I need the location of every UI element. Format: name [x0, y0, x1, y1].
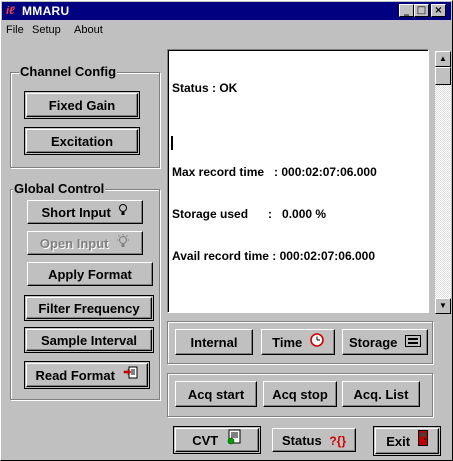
menu-setup[interactable]: Setup [32, 23, 61, 37]
max-record-time-line: Max record time : 000:02:07:06.000 [172, 165, 377, 179]
filter-frequency-button[interactable]: Filter Frequency [24, 295, 154, 321]
time-button[interactable]: Time [261, 329, 335, 355]
sample-interval-button[interactable]: Sample Interval [24, 327, 154, 353]
acq-list-button[interactable]: Acq. List [342, 381, 420, 407]
close-button[interactable]: × [431, 4, 446, 17]
scroll-up-button[interactable]: ▲ [435, 51, 451, 67]
global-control-label: Global Control [13, 181, 106, 196]
menu-about[interactable]: About [74, 23, 103, 37]
status-button[interactable]: Status ?{} [272, 428, 356, 452]
read-format-button[interactable]: Read Format [24, 361, 150, 389]
convert-document-icon [226, 429, 242, 451]
document-arrow-icon [123, 364, 139, 386]
storage-button[interactable]: Storage [342, 329, 428, 355]
ilc-logo-icon[interactable]: iℓ [6, 4, 20, 18]
short-input-button[interactable]: Short Input [27, 200, 143, 224]
clock-icon [310, 331, 324, 354]
scroll-thumb[interactable] [435, 67, 451, 85]
storage-device-icon [405, 331, 422, 354]
bulb-lit-icon [116, 233, 130, 254]
text-caret [171, 136, 173, 150]
exit-door-icon [417, 429, 428, 453]
cvt-button[interactable]: CVT [173, 426, 261, 454]
maximize-button[interactable]: □ [414, 4, 429, 17]
window-title: MMARU [22, 4, 70, 18]
fixed-gain-button[interactable]: Fixed Gain [24, 91, 140, 119]
menu-file[interactable]: File [6, 23, 24, 37]
channel-config-label: Channel Config [19, 64, 118, 79]
status-query-icon: ?{} [329, 433, 347, 448]
apply-format-button[interactable]: Apply Format [27, 262, 153, 286]
internal-button[interactable]: Internal [175, 329, 253, 355]
app-window: iℓ MMARU _ □ × File Setup About Channel … [0, 0, 453, 461]
status-text: Status : OK Max record time : 000:02:07:… [172, 53, 377, 291]
avail-record-time-line: Avail record time : 000:02:07:06.000 [172, 249, 375, 263]
status-display[interactable]: Status : OK Max record time : 000:02:07:… [167, 49, 429, 313]
scroll-down-button[interactable]: ▼ [435, 298, 451, 314]
excitation-button[interactable]: Excitation [24, 127, 140, 155]
exit-button[interactable]: Exit [373, 426, 441, 456]
vertical-scrollbar[interactable]: ▲ ▼ [435, 51, 451, 314]
channel-config-group [10, 72, 160, 168]
status-line: Status : OK [172, 81, 238, 95]
acq-start-button[interactable]: Acq start [175, 381, 257, 407]
menu-bar: File Setup About [2, 21, 451, 39]
minimize-button[interactable]: _ [399, 4, 414, 17]
title-bar[interactable]: iℓ MMARU _ □ × [2, 2, 451, 20]
storage-used-line: Storage used : 0.000 % [172, 207, 327, 221]
open-input-button[interactable]: Open Input [27, 231, 143, 255]
bulb-icon [118, 202, 128, 223]
acq-stop-button[interactable]: Acq stop [263, 381, 337, 407]
